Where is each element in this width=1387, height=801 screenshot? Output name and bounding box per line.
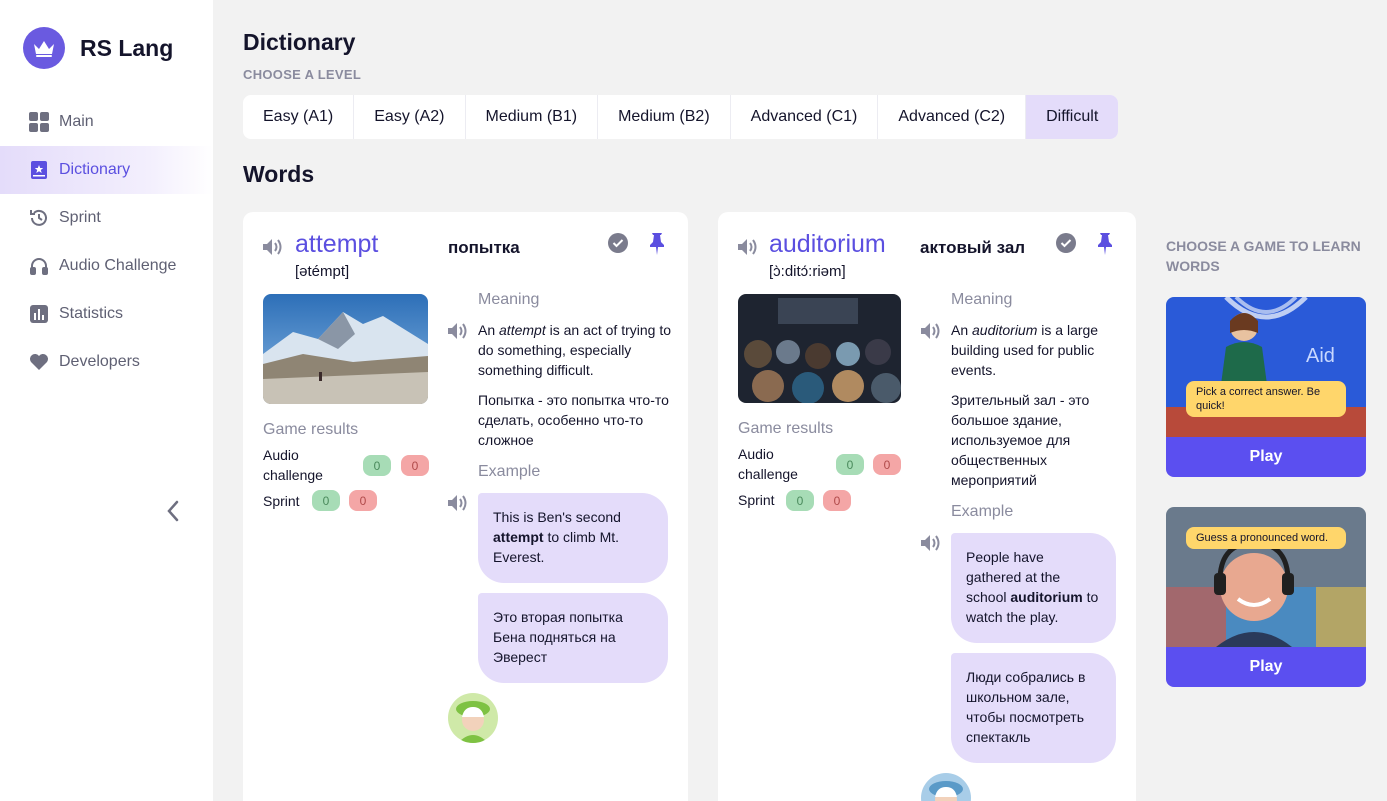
example-bubble: This is Ben's second attempt to climb Mt… <box>478 493 668 583</box>
pin-icon <box>650 233 664 255</box>
words-title: Words <box>243 161 315 187</box>
word-title: attempt <box>295 230 379 258</box>
audio-challenge-label: Audio challenge <box>738 446 798 482</box>
sprint-label: Sprint <box>263 493 300 509</box>
meaning-text: An auditorium is a large building used f… <box>951 322 1099 378</box>
level-tabs: Easy (A1) Easy (A2) Medium (B1) Medium (… <box>243 95 1119 139</box>
sidebar-item-label: Sprint <box>59 209 101 226</box>
meaning-translation: Зрительный зал - это большое здание, исп… <box>951 392 1090 488</box>
level-tab-b2[interactable]: Medium (B2) <box>598 95 731 139</box>
grid-icon <box>29 112 49 132</box>
game-results-label: Game results <box>263 421 359 438</box>
audio-correct-badge: 0 <box>836 454 864 475</box>
word-card: auditorium [ɔ̀:ditɔ́:riəm] актовый зал G… <box>718 212 1136 801</box>
example-speaker-icon[interactable] <box>920 533 942 553</box>
check-circle-icon <box>608 233 628 253</box>
sidebar-item-label: Audio Challenge <box>59 257 177 274</box>
example-speaker-icon[interactable] <box>447 493 469 513</box>
game-image-text: Aid <box>1306 345 1335 367</box>
level-caption: CHOOSE A LEVEL <box>243 67 362 82</box>
sprint-label: Sprint <box>738 492 775 508</box>
word-title: auditorium <box>769 230 886 258</box>
speaker-icon[interactable] <box>737 236 759 258</box>
app-name: RS Lang <box>80 34 174 61</box>
audio-wrong-badge: 0 <box>401 455 429 476</box>
mark-learned-button[interactable] <box>1055 232 1077 254</box>
crown-icon <box>23 27 65 69</box>
sprint-correct-badge: 0 <box>312 490 340 511</box>
audio-wrong-badge: 0 <box>873 454 901 475</box>
sprint-correct-badge: 0 <box>786 490 814 511</box>
audio-correct-badge: 0 <box>363 455 391 476</box>
mark-learned-button[interactable] <box>607 232 629 254</box>
collapse-sidebar-button[interactable] <box>160 498 186 524</box>
brand[interactable]: RS Lang <box>23 27 173 69</box>
sidebar-item-label: Developers <box>59 353 140 370</box>
games-caption: CHOOSE A GAME TO LEARN WORDS <box>1166 238 1361 274</box>
level-tab-a2[interactable]: Easy (A2) <box>354 95 466 139</box>
history-icon <box>29 208 49 228</box>
book-star-icon <box>29 160 49 180</box>
level-tab-b1[interactable]: Medium (B1) <box>466 95 599 139</box>
word-translation: актовый зал <box>920 238 1026 257</box>
sidebar: RS Lang Main Dictionary Sprint Audio Cha… <box>0 0 213 801</box>
example-bubble: People have gathered at the school audit… <box>951 533 1116 643</box>
sidebar-item-audio-challenge[interactable]: Audio Challenge <box>0 242 213 290</box>
sidebar-item-sprint[interactable]: Sprint <box>0 194 213 242</box>
avatar <box>448 693 498 743</box>
sidebar-item-developers[interactable]: Developers <box>0 338 213 386</box>
word-transcription: [ɔ̀:ditɔ́:riəm] <box>769 263 846 280</box>
avatar <box>921 773 971 801</box>
level-tab-a1[interactable]: Easy (A1) <box>243 95 355 139</box>
meaning-speaker-icon[interactable] <box>920 321 942 341</box>
sidebar-item-statistics[interactable]: Statistics <box>0 290 213 338</box>
example-label: Example <box>951 503 1014 520</box>
audio-challenge-label: Audio challenge <box>263 447 323 483</box>
meaning-label: Meaning <box>478 291 540 308</box>
check-circle-icon <box>1056 233 1076 253</box>
speaker-icon[interactable] <box>262 236 284 258</box>
game-card-sprint: Aid Pick a correct answer. Be quick! Pla… <box>1166 297 1366 477</box>
page-title: Dictionary <box>243 29 356 55</box>
sprint-wrong-badge: 0 <box>823 490 851 511</box>
game-card-audio-challenge: Guess a pronounced word. Play <box>1166 507 1366 687</box>
mark-difficult-button[interactable] <box>647 231 667 257</box>
level-tab-c2[interactable]: Advanced (C2) <box>878 95 1027 139</box>
word-transcription: [ətémpt] <box>295 263 350 280</box>
play-audio-challenge-button[interactable]: Play <box>1166 647 1366 687</box>
sidebar-item-label: Dictionary <box>59 161 131 178</box>
sidebar-item-main[interactable]: Main <box>0 98 213 146</box>
game-tip: Pick a correct answer. Be quick! <box>1186 381 1346 417</box>
level-tab-difficult[interactable]: Difficult <box>1026 95 1119 139</box>
sidebar-nav: Main Dictionary Sprint Audio Challenge S… <box>0 98 213 386</box>
word-image <box>738 294 901 403</box>
play-sprint-button[interactable]: Play <box>1166 437 1366 477</box>
example-label: Example <box>478 463 541 480</box>
bar-chart-icon <box>29 304 49 324</box>
chevron-left-icon <box>167 500 179 522</box>
meaning-text: An attempt is an act of trying to do som… <box>478 322 672 378</box>
game-tip: Guess a pronounced word. <box>1186 527 1346 549</box>
heart-icon <box>29 352 49 372</box>
word-image <box>263 294 428 404</box>
meaning-speaker-icon[interactable] <box>447 321 469 341</box>
sidebar-item-label: Statistics <box>59 305 124 322</box>
example-translation-bubble: Это вторая попытка Бена подняться на Эве… <box>478 593 668 683</box>
meaning-translation: Попытка - это попытка что-то сделать, ос… <box>478 392 669 448</box>
game-results-label: Game results <box>738 420 834 437</box>
pin-icon <box>1098 233 1112 255</box>
word-card: attempt [ətémpt] попытка Game results Au… <box>243 212 688 801</box>
sidebar-item-label: Main <box>59 113 94 130</box>
example-translation-bubble: Люди собрались в школьном зале, чтобы по… <box>951 653 1116 763</box>
sprint-wrong-badge: 0 <box>349 490 377 511</box>
headphones-icon <box>29 256 49 276</box>
mark-difficult-button[interactable] <box>1095 231 1115 257</box>
meaning-label: Meaning <box>951 291 1013 308</box>
sidebar-item-dictionary[interactable]: Dictionary <box>0 146 213 194</box>
word-translation: попытка <box>448 238 520 257</box>
level-tab-c1[interactable]: Advanced (C1) <box>731 95 879 139</box>
